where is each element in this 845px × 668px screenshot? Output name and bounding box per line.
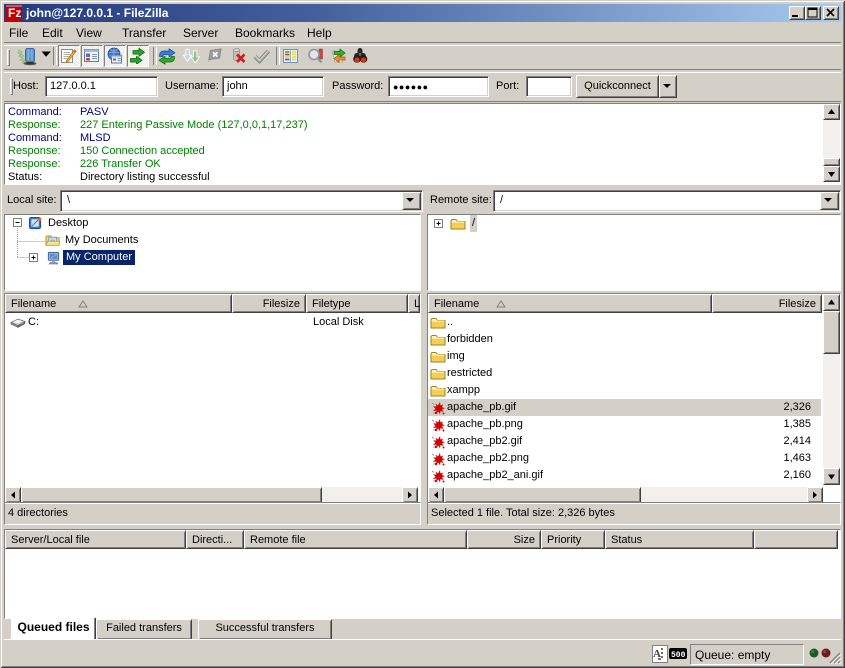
svg-text:A: A	[653, 648, 661, 660]
svg-text:Fz: Fz	[8, 6, 21, 20]
svg-text:500: 500	[671, 651, 686, 659]
